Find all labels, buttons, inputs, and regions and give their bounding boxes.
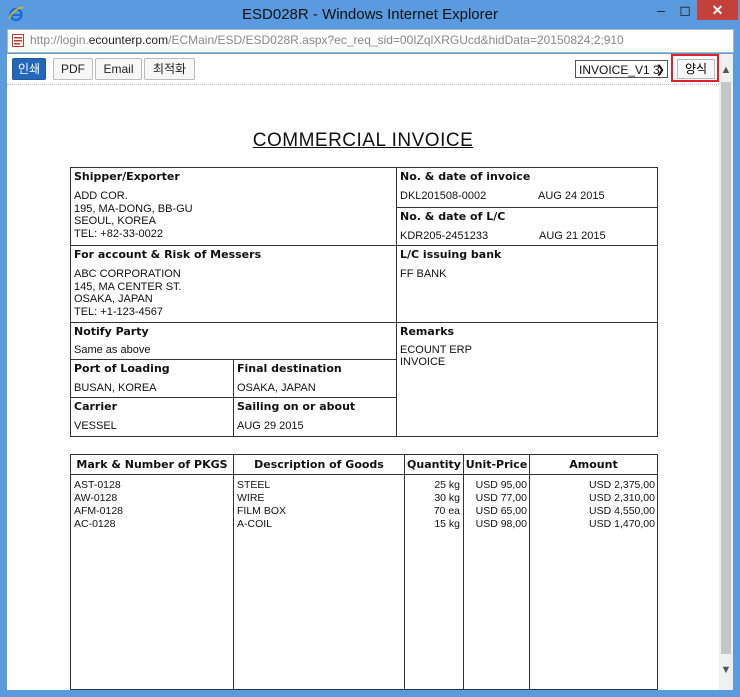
invoice-title: COMMERCIAL INVOICE (252, 130, 474, 151)
goods-col-qty: Quantity 25 kg 30 kg 70 ea 15 kg (404, 454, 464, 690)
destination-cell: Final destination OSAKA, JAPAN (233, 359, 397, 398)
shipper-line: 195, MA-DONG, BB-GU (74, 203, 193, 215)
goods-header-divider (70, 474, 658, 475)
sailing-date: AUG 29 2015 (237, 420, 304, 432)
carrier-cell: Carrier VESSEL (70, 397, 234, 437)
goods-desc: A-COIL (237, 518, 273, 530)
remarks-line: INVOICE (400, 356, 446, 368)
goods-header: Quantity (407, 458, 461, 471)
messers-header: For account & Risk of Messers (74, 248, 262, 261)
goods-mark: AC-0128 (74, 518, 116, 530)
lc-bank-cell: L/C issuing bank FF BANK (396, 245, 658, 323)
goods-price: USD 77,00 (475, 492, 527, 504)
address-bar[interactable]: http://login.ecounterp.com/ECMain/ESD/ES… (7, 29, 734, 53)
invoice-date: AUG 24 2015 (538, 190, 605, 202)
shipper-line: SEOUL, KOREA (74, 215, 156, 227)
shipper-cell: Shipper/Exporter ADD COR. 195, MA-DONG, … (70, 167, 397, 246)
goods-qty: 15 kg (434, 518, 460, 530)
goods-mark: AFM-0128 (74, 505, 124, 517)
template-select[interactable]: INVOICE_V1 3 ❯ (575, 60, 668, 78)
window-bottom-edge (0, 690, 740, 697)
chevron-down-icon: ❯ (655, 64, 665, 76)
goods-price: USD 98,00 (475, 518, 527, 530)
report-toolbar: 인쇄 PDF Email 최적화 INVOICE_V1 3 ❯ 양식 (7, 54, 719, 85)
goods-qty: 30 kg (434, 492, 460, 504)
goods-desc: STEEL (237, 479, 271, 491)
goods-amount: USD 2,375,00 (589, 479, 655, 491)
scroll-down-icon[interactable]: ▼ (719, 664, 733, 676)
goods-qty: 25 kg (434, 479, 460, 491)
remarks-line: ECOUNT ERP (400, 344, 472, 356)
port-cell: Port of Loading BUSAN, KOREA (70, 359, 234, 398)
goods-desc: WIRE (237, 492, 265, 504)
invoice-no-cell: No. & date of invoice DKL201508-0002 AUG… (396, 167, 658, 208)
messers-line: TEL: +1-123-4567 (74, 306, 163, 318)
print-button[interactable]: 인쇄 (12, 58, 46, 80)
messers-line: 145, MA CENTER ST. (74, 281, 182, 293)
form-button-highlight: 양식 (671, 54, 719, 82)
goods-mark: AST-0128 (74, 479, 121, 491)
goods-header: Unit-Price (465, 458, 528, 471)
carrier-header: Carrier (74, 400, 118, 413)
lc-cell: No. & date of L/C KDR205-2451233 AUG 21 … (396, 207, 658, 246)
lc-no: KDR205-2451233 (400, 230, 489, 242)
messers-cell: For account & Risk of Messers ABC CORPOR… (70, 245, 397, 323)
maximize-button[interactable]: ◻ (671, 0, 699, 20)
invoice-no: DKL201508-0002 (400, 190, 487, 202)
notify-cell: Notify Party Same as above (70, 322, 397, 360)
goods-mark: AW-0128 (74, 492, 118, 504)
shipper-line: ADD COR. (74, 190, 128, 202)
lc-bank: FF BANK (400, 268, 447, 280)
goods-qty: 70 ea (433, 505, 460, 517)
lc-header: No. & date of L/C (400, 210, 506, 223)
port-of-loading: BUSAN, KOREA (74, 382, 157, 394)
goods-amount: USD 1,470,00 (589, 518, 655, 530)
goods-col-mark: Mark & Number of PKGS AST-0128 AW-0128 A… (70, 454, 234, 690)
remarks-cell: Remarks ECOUNT ERP INVOICE (396, 322, 658, 437)
goods-desc: FILM BOX (237, 505, 287, 517)
goods-col-price: Unit-Price USD 95,00 USD 77,00 USD 65,00… (463, 454, 530, 690)
messers-line: OSAKA, JAPAN (74, 293, 153, 305)
page-icon (12, 34, 24, 47)
window-title: ESD028R - Windows Internet Explorer (242, 6, 498, 23)
goods-col-amount: Amount USD 2,375,00 USD 2,310,00 USD 4,5… (529, 454, 658, 690)
remarks-header: Remarks (400, 325, 455, 338)
destination-header: Final destination (237, 362, 342, 375)
sailing-cell: Sailing on or about AUG 29 2015 (233, 397, 397, 437)
invoice-no-header: No. & date of invoice (400, 170, 531, 183)
goods-header: Amount (569, 458, 618, 471)
messers-line: ABC CORPORATION (74, 268, 181, 280)
goods-price: USD 65,00 (475, 505, 527, 517)
final-destination: OSAKA, JAPAN (237, 382, 316, 394)
optimize-button[interactable]: 최적화 (144, 58, 195, 80)
port-header: Port of Loading (74, 362, 170, 375)
goods-amount: USD 4,550,00 (589, 505, 655, 517)
title-bar: ESD028R - Windows Internet Explorer ‒ ◻ … (0, 0, 740, 28)
sailing-header: Sailing on or about (237, 400, 356, 413)
goods-price: USD 95,00 (475, 479, 527, 491)
notify-party: Same as above (74, 344, 151, 356)
url-text: http://login.ecounterp.com/ECMain/ESD/ES… (30, 33, 624, 47)
goods-col-desc: Description of Goods STEEL WIRE FILM BOX… (233, 454, 405, 690)
vertical-scrollbar[interactable]: ▲ ▼ (719, 54, 733, 690)
browser-window: ESD028R - Windows Internet Explorer ‒ ◻ … (0, 0, 740, 697)
scroll-up-icon[interactable]: ▲ (719, 64, 733, 76)
lc-bank-header: L/C issuing bank (400, 248, 502, 261)
close-button[interactable]: ✕ (697, 0, 738, 20)
carrier: VESSEL (74, 420, 117, 432)
lc-date: AUG 21 2015 (539, 230, 606, 242)
goods-header: Description of Goods (254, 458, 384, 471)
goods-amount: USD 2,310,00 (589, 492, 655, 504)
notify-header: Notify Party (74, 325, 149, 338)
scrollbar-thumb[interactable] (721, 82, 731, 654)
email-button[interactable]: Email (95, 58, 142, 80)
goods-header: Mark & Number of PKGS (76, 458, 228, 471)
shipper-line: TEL: +82-33-0022 (74, 228, 163, 240)
pdf-button[interactable]: PDF (53, 58, 93, 80)
shipper-header: Shipper/Exporter (74, 170, 180, 183)
page-content: 인쇄 PDF Email 최적화 INVOICE_V1 3 ❯ 양식 ▲ ▼ CO… (7, 54, 733, 690)
form-button[interactable]: 양식 (677, 59, 715, 79)
